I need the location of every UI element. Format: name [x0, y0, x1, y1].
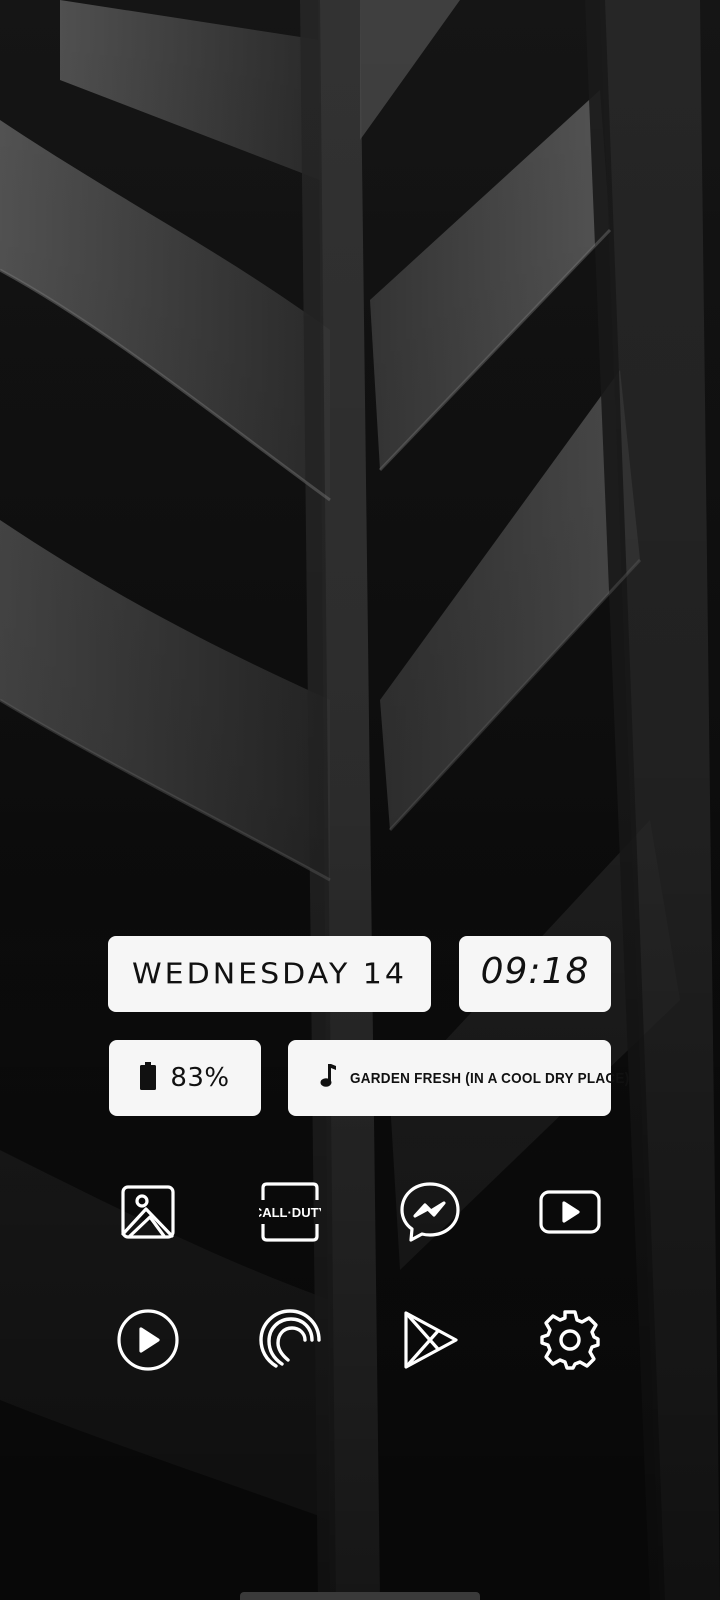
music-note-icon [320, 1064, 336, 1092]
picsart-app[interactable] [250, 1300, 330, 1380]
now-playing-title: GARDEN FRESH (IN A COOL DRY PLACE) [350, 1069, 630, 1087]
call-of-duty-app[interactable]: CALL·DUTY [250, 1172, 330, 1252]
video-player-app[interactable] [108, 1300, 188, 1380]
settings-app[interactable] [530, 1300, 610, 1380]
youtube-icon [538, 1188, 602, 1236]
play-store-icon [400, 1309, 460, 1371]
clock-widget[interactable]: 09:18 [459, 936, 611, 1012]
play-store-app[interactable] [390, 1300, 470, 1380]
gallery-icon [120, 1184, 176, 1240]
gallery-app[interactable] [108, 1172, 188, 1252]
picsart-icon [258, 1308, 322, 1372]
battery-widget[interactable]: 83% [109, 1040, 261, 1116]
home-screen: WEDNESDAY 14 09:18 83% GARDEN FRESH (IN … [0, 0, 720, 1600]
messenger-app[interactable] [390, 1172, 470, 1252]
battery-icon [140, 1062, 157, 1094]
date-text: WEDNESDAY 14 [132, 957, 407, 991]
battery-level: 83% [170, 1063, 230, 1093]
call-of-duty-logo-text: CALL·DUTY [259, 1205, 321, 1220]
home-indicator-bar[interactable] [240, 1592, 480, 1600]
youtube-app[interactable] [530, 1172, 610, 1252]
messenger-icon [399, 1181, 461, 1243]
music-widget[interactable]: GARDEN FRESH (IN A COOL DRY PLACE) [288, 1040, 629, 1116]
clock-text: 09:18 [480, 950, 590, 992]
play-circle-icon [116, 1308, 180, 1372]
gear-icon [539, 1309, 601, 1371]
call-of-duty-icon: CALL·DUTY [259, 1182, 321, 1242]
date-widget[interactable]: WEDNESDAY 14 [108, 936, 431, 1012]
